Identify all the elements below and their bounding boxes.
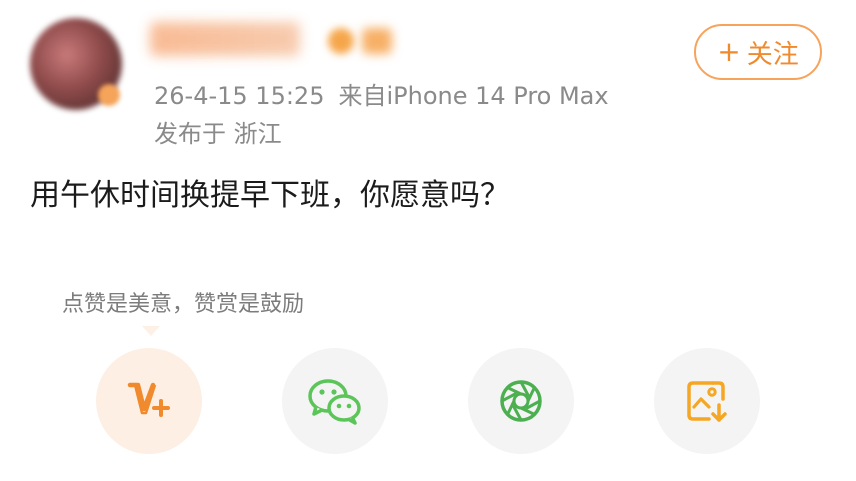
verified-badge-icon: [98, 84, 120, 106]
follow-label: 关注: [746, 39, 799, 70]
share-moments-button[interactable]: [468, 348, 574, 454]
wechat-icon: [308, 379, 361, 425]
plus-icon: +: [717, 35, 741, 68]
vip-badge-icon: [328, 28, 354, 54]
reward-button[interactable]: [96, 348, 202, 454]
save-image-icon: [687, 381, 727, 422]
reward-hint: 点赞是美意，赞赏是鼓励: [62, 292, 305, 317]
post-source: 来自iPhone 14 Pro Max: [338, 82, 609, 110]
save-image-button[interactable]: [654, 348, 760, 454]
weibo-vplus-icon: [127, 382, 170, 417]
post-location: 发布于 浙江: [154, 120, 282, 148]
moments-icon: [500, 380, 542, 422]
hint-pointer: [142, 326, 160, 336]
post-timestamp: 26-4-15 15:25: [154, 82, 325, 110]
share-wechat-button[interactable]: [282, 348, 388, 454]
post-body: 用午休时间换提早下班，你愿意吗？: [30, 178, 510, 213]
follow-button[interactable]: + 关注: [694, 24, 822, 80]
post-meta: 26-4-15 15:25 来自iPhone 14 Pro Max: [154, 76, 623, 111]
level-badge-icon: [362, 28, 392, 54]
username-blurred[interactable]: [150, 22, 300, 56]
